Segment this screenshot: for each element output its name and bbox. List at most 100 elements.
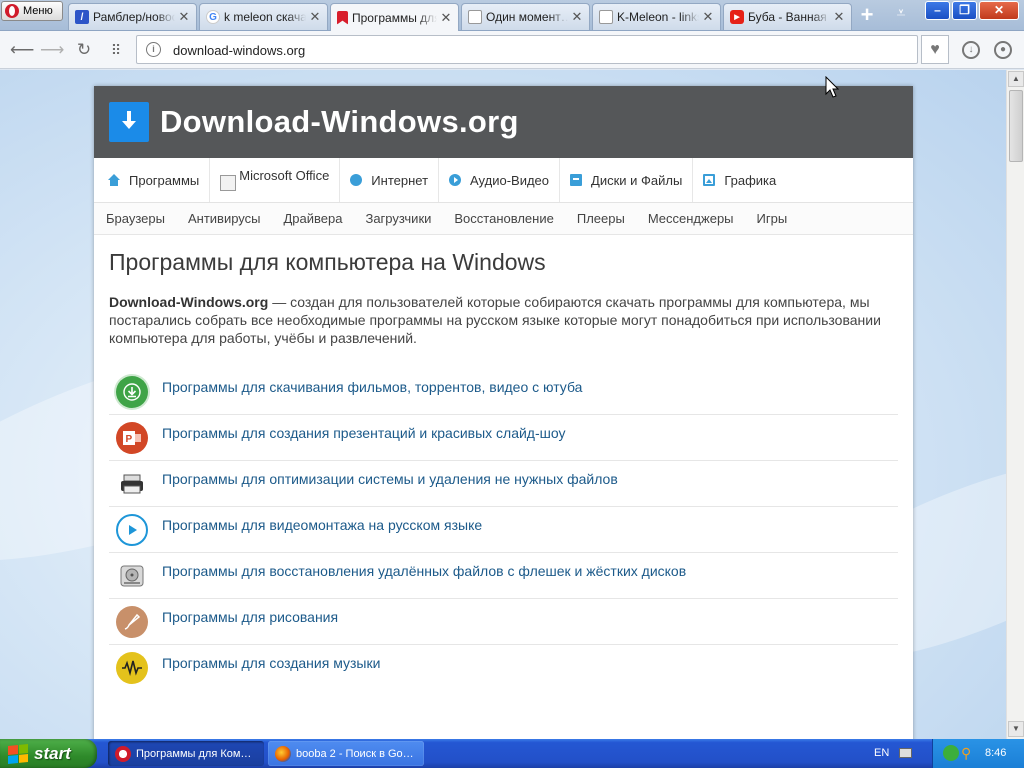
- address-url: download-windows.org: [173, 43, 306, 58]
- tab-title: Программы для компьютера: [352, 10, 437, 25]
- nav-item-programs[interactable]: Программы: [98, 158, 211, 202]
- play-circle-icon: [116, 513, 148, 546]
- play-icon: [449, 174, 462, 186]
- download-logo-icon[interactable]: [109, 102, 149, 142]
- nav-label: Графика: [724, 172, 777, 188]
- site-info-icon[interactable]: i: [146, 42, 161, 57]
- category-link[interactable]: Программы для создания презентаций и кра…: [162, 425, 566, 441]
- intro-paragraph: Download-Windows.org — создан для пользо…: [109, 293, 889, 347]
- network-icon[interactable]: [943, 745, 959, 761]
- tab-google[interactable]: G k meleon скачать ✕: [199, 3, 328, 30]
- menu-label: Меню: [23, 5, 53, 17]
- subnav-browsers[interactable]: Браузеры: [106, 211, 165, 226]
- close-window-button[interactable]: ✕: [979, 1, 1019, 20]
- nav-item-internet[interactable]: Интернет: [340, 158, 440, 202]
- download-icon[interactable]: ↓: [962, 41, 980, 59]
- list-item[interactable]: Программы для создания музыки: [109, 645, 898, 691]
- tab-kmeleon[interactable]: K-Meleon - links ✕: [592, 3, 721, 30]
- nav-label: Аудио-Видео: [470, 172, 550, 188]
- list-item[interactable]: Программы для видеомонтажа на русском яз…: [109, 507, 898, 553]
- category-link[interactable]: Программы для восстановления удалённых ф…: [162, 563, 686, 579]
- taskbar-item-opera[interactable]: Программы для Ком…: [108, 741, 264, 766]
- start-label: start: [34, 743, 71, 763]
- youtube-icon: ▶: [730, 10, 744, 24]
- tab-rambler[interactable]: / Рамблер/новости ✕: [68, 3, 197, 30]
- search-icon[interactable]: ⚲: [961, 745, 977, 761]
- tab-title: Буба - Ванная: [748, 10, 827, 24]
- subnav-drivers[interactable]: Драйвера: [283, 211, 342, 226]
- subnav-messengers[interactable]: Мессенджеры: [648, 211, 734, 226]
- nav-item-disks-files[interactable]: Диски и Файлы: [560, 158, 694, 202]
- start-button[interactable]: start: [0, 739, 97, 768]
- site-container: Download-Windows.org Программы Microsoft…: [94, 86, 913, 739]
- rambler-icon: /: [75, 10, 89, 24]
- scroll-up-icon[interactable]: ▲: [1008, 71, 1024, 87]
- system-tray: ⚲ 8:46: [932, 739, 1024, 768]
- back-arrow-icon[interactable]: ⟵: [10, 39, 34, 61]
- subnav-games[interactable]: Игры: [757, 211, 788, 226]
- tab-title: Один момент…: [486, 10, 568, 24]
- close-icon[interactable]: ✕: [702, 9, 714, 25]
- speed-dial-icon[interactable]: ⠿: [105, 39, 127, 61]
- category-link[interactable]: Программы для создания музыки: [162, 655, 380, 671]
- restore-button[interactable]: ❐: [952, 1, 977, 20]
- tab-active-programs[interactable]: Программы для компьютера ✕: [330, 3, 459, 31]
- subnav-antivirus[interactable]: Антивирусы: [188, 211, 261, 226]
- reload-icon[interactable]: ↻: [73, 39, 95, 61]
- list-item[interactable]: Программы для скачивания фильмов, торрен…: [109, 369, 898, 415]
- opera-logo-icon: [5, 4, 19, 18]
- tab-title: K-Meleon - links: [617, 10, 699, 24]
- category-link[interactable]: Программы для рисования: [162, 609, 338, 625]
- nav-item-audio-video[interactable]: Аудио-Видео: [439, 158, 561, 202]
- keyboard-icon[interactable]: [899, 748, 912, 758]
- list-item[interactable]: Программы для восстановления удалённых ф…: [109, 553, 898, 599]
- waveform-icon: [116, 652, 148, 684]
- windows-taskbar: start Программы для Ком… booba 2 - Поиск…: [0, 739, 1024, 768]
- bookmark-icon: [337, 10, 348, 25]
- nav-label: Microsoft Office: [239, 168, 330, 183]
- scroll-thumb[interactable]: [1009, 90, 1023, 162]
- nav-item-graphics[interactable]: Графика: [693, 158, 786, 202]
- svg-text:P: P: [126, 434, 133, 445]
- tab-moment[interactable]: Один момент… ✕: [461, 3, 590, 30]
- printer-icon: [116, 468, 148, 500]
- close-icon[interactable]: ✕: [178, 9, 190, 25]
- language-indicator[interactable]: EN: [874, 747, 889, 759]
- category-link[interactable]: Программы для оптимизации системы и удал…: [162, 471, 618, 487]
- tab-menu-icon[interactable]: ⩡: [890, 5, 912, 27]
- subnav-downloaders[interactable]: Загрузчики: [365, 211, 431, 226]
- list-item[interactable]: Программы для оптимизации системы и удал…: [109, 461, 898, 507]
- new-tab-button[interactable]: +: [855, 4, 879, 27]
- taskbar-item-firefox[interactable]: booba 2 - Поиск в Go…: [268, 741, 424, 766]
- subnav-recovery[interactable]: Восстановление: [454, 211, 553, 226]
- nav-item-microsoft-office[interactable]: Microsoft Office: [210, 158, 341, 202]
- list-item[interactable]: Программы для рисования: [109, 599, 898, 645]
- category-link[interactable]: Программы для скачивания фильмов, торрен…: [162, 379, 582, 395]
- minimize-button[interactable]: –: [925, 1, 950, 20]
- scroll-down-icon[interactable]: ▼: [1008, 721, 1024, 737]
- address-bar[interactable]: i download-windows.org: [136, 35, 918, 64]
- tab-strip: Меню / Рамблер/новости ✕ G k meleon скач…: [0, 0, 1024, 31]
- page-viewport: Download-Windows.org Программы Microsoft…: [0, 70, 1006, 739]
- close-icon[interactable]: ✕: [440, 10, 452, 26]
- sub-nav: Браузеры Антивирусы Драйвера Загрузчики …: [94, 203, 913, 235]
- opera-menu-button[interactable]: Меню: [1, 1, 63, 21]
- home-icon: [108, 174, 120, 186]
- page-icon: [468, 10, 482, 24]
- vertical-scrollbar[interactable]: ▲ ▼: [1006, 70, 1024, 739]
- forward-arrow-icon[interactable]: ⟶: [40, 39, 64, 61]
- bookmark-heart-icon[interactable]: ♥: [921, 35, 949, 64]
- tab-youtube[interactable]: ▶ Буба - Ванная ✕: [723, 3, 852, 30]
- close-icon[interactable]: ✕: [309, 9, 321, 25]
- category-link[interactable]: Программы для видеомонтажа на русском яз…: [162, 517, 482, 533]
- site-title[interactable]: Download-Windows.org: [160, 104, 519, 140]
- mouse-cursor-icon: [825, 76, 839, 98]
- windows-logo-icon: [8, 743, 28, 764]
- account-icon[interactable]: ●: [994, 41, 1012, 59]
- archive-icon: [570, 174, 583, 186]
- intro-site-name: Download-Windows.org: [109, 294, 269, 310]
- list-item[interactable]: P Программы для создания презентаций и к…: [109, 415, 898, 461]
- subnav-players[interactable]: Плееры: [577, 211, 625, 226]
- close-icon[interactable]: ✕: [571, 9, 583, 25]
- close-icon[interactable]: ✕: [833, 9, 845, 25]
